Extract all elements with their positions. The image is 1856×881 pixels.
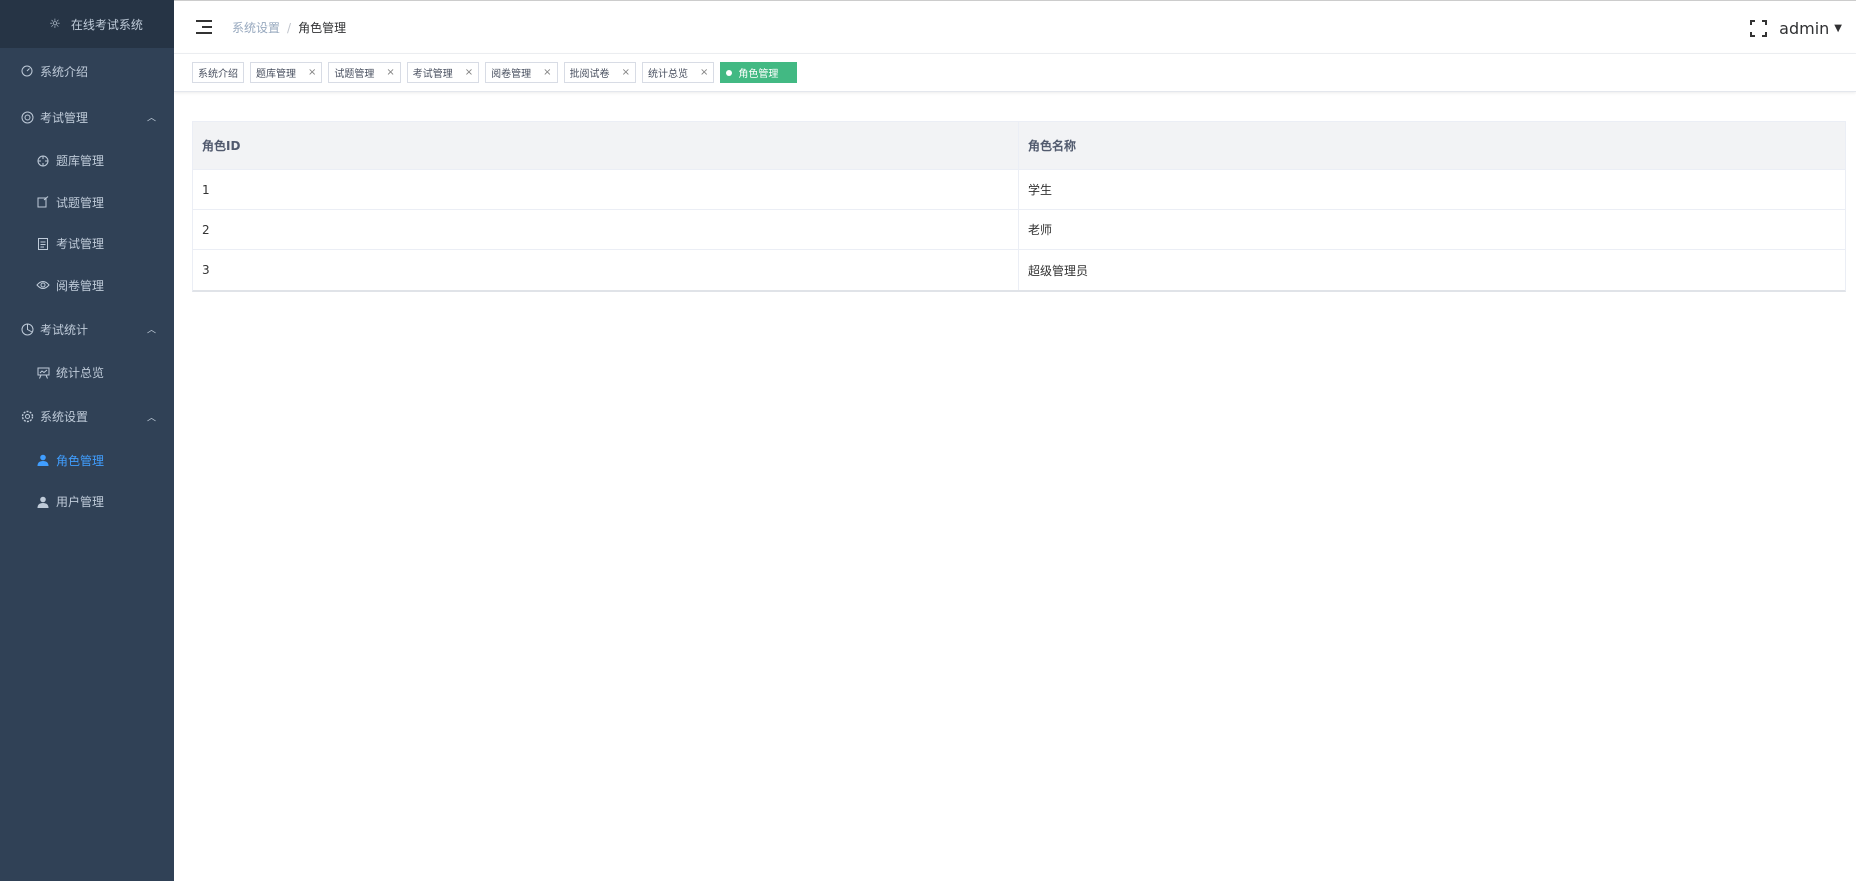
tag-review-papers[interactable]: 批阅试卷 × xyxy=(563,62,636,83)
dashboard-icon xyxy=(20,64,34,78)
sidebar-item-question-bank[interactable]: 题库管理 xyxy=(0,140,174,182)
sidebar-item-label: 考试统计 xyxy=(40,322,89,337)
tag-label: 批阅试卷 xyxy=(569,69,610,80)
header-tools: admin ▼ xyxy=(1750,1,1842,55)
breadcrumb: 系统设置 / 角色管理 xyxy=(232,20,347,35)
role-id-cell: 1 xyxy=(193,170,1019,209)
sidebar-item-user-management[interactable]: 用户管理 xyxy=(0,481,174,523)
presentation-icon xyxy=(36,366,50,380)
column-header-role-name: 角色名称 xyxy=(1028,139,1077,153)
chevron-up-icon: ︿ xyxy=(146,325,156,336)
sidebar-item-label: 考试管理 xyxy=(40,110,89,125)
sidebar-item-label: 系统介绍 xyxy=(40,64,89,79)
breadcrumb-current: 角色管理 xyxy=(298,20,347,35)
tag-label: 统计总览 xyxy=(647,69,688,80)
close-icon[interactable]: × xyxy=(543,67,551,78)
chevron-up-icon: ︿ xyxy=(146,413,156,423)
fullscreen-icon[interactable] xyxy=(1750,19,1768,37)
tag-label: 角色管理 xyxy=(738,69,779,80)
close-icon[interactable]: × xyxy=(700,67,708,78)
tag-stats-overview[interactable]: 统计总览 × xyxy=(641,62,715,83)
sidebar-group-exam-management[interactable]: 考试管理 ︿ xyxy=(0,94,174,140)
role-id-cell: 3 xyxy=(193,250,1019,290)
sidebar-group-system-settings[interactable]: 系统设置 ︿ xyxy=(0,394,174,440)
tag-role-management[interactable]: 角色管理 xyxy=(720,62,798,83)
role-name-cell: 老师 xyxy=(1028,223,1053,237)
tag-label: 考试管理 xyxy=(412,69,453,80)
sidebar-item-label: 用户管理 xyxy=(56,495,105,510)
tag-questions[interactable]: 试题管理 × xyxy=(328,62,401,83)
tag-label: 系统介绍 xyxy=(198,69,238,80)
eye-icon xyxy=(36,278,50,292)
sidebar-item-grading[interactable]: 阅卷管理 xyxy=(0,265,174,307)
app-brand[interactable]: ☼ 在线考试系统 xyxy=(0,0,174,48)
table-row[interactable]: 3 超级管理员 xyxy=(193,250,1845,290)
app-title: 在线考试系统 xyxy=(70,17,143,32)
tag-question-bank[interactable]: 题库管理 × xyxy=(250,62,323,83)
tag-label: 试题管理 xyxy=(334,69,375,80)
sidebar-item-label: 统计总览 xyxy=(56,366,105,381)
sidebar-item-label: 阅卷管理 xyxy=(56,278,105,293)
edit-doc-icon xyxy=(36,195,50,209)
document-icon xyxy=(36,237,50,251)
table-row[interactable]: 1 学生 xyxy=(193,170,1845,210)
user-icon xyxy=(36,495,50,509)
chevron-up-icon: ︿ xyxy=(146,113,156,124)
sidebar-item-label: 系统设置 xyxy=(40,410,89,424)
caret-down-icon: ▼ xyxy=(1834,22,1842,34)
exam-icon xyxy=(20,110,34,124)
sidebar-item-exams[interactable]: 考试管理 xyxy=(0,223,174,265)
user-icon xyxy=(36,453,50,467)
sidebar-item-label: 角色管理 xyxy=(56,453,105,468)
breadcrumb-item[interactable]: 系统设置 xyxy=(232,21,280,35)
pie-chart-icon xyxy=(20,322,34,336)
sidebar-item-label: 考试管理 xyxy=(56,237,105,252)
tags-view: 系统介绍 题库管理 × 试题管理 × 考试管理 × 阅卷管理 × 批阅试卷 × 统计总览 ×… xyxy=(174,54,1856,92)
sidebar-item-label: 试题管理 xyxy=(56,195,105,210)
table-row[interactable]: 2 老师 xyxy=(193,210,1845,250)
top-navbar: 系统设置 / 角色管理 admin ▼ xyxy=(174,0,1856,54)
tag-label: 阅卷管理 xyxy=(491,69,532,80)
gear-icon xyxy=(20,410,34,424)
tag-label: 题库管理 xyxy=(256,69,296,80)
hamburger-icon[interactable] xyxy=(196,20,212,34)
roles-table: 角色ID 角色名称 1 学生 2 老师 3 超级管理员 xyxy=(192,121,1846,292)
username: admin xyxy=(1779,18,1830,38)
sidebar-item-label: 题库管理 xyxy=(56,154,105,169)
sun-icon: ☼ xyxy=(49,16,61,32)
close-icon[interactable]: × xyxy=(308,67,316,78)
sidebar-item-role-management[interactable]: 角色管理 xyxy=(0,440,174,482)
column-header-role-id: 角色ID xyxy=(193,122,1019,169)
tag-system-intro[interactable]: 系统介绍 xyxy=(192,62,244,83)
sidebar-item-questions[interactable]: 试题管理 xyxy=(0,182,174,224)
user-dropdown[interactable]: admin ▼ xyxy=(1779,19,1842,38)
target-icon xyxy=(36,154,50,168)
sidebar-item-stats-overview[interactable]: 统计总览 xyxy=(0,352,174,394)
tag-exams[interactable]: 考试管理 × xyxy=(406,62,480,83)
close-icon[interactable]: × xyxy=(465,67,473,78)
sidebar-group-exam-stats[interactable]: 考试统计 ︿ xyxy=(0,306,174,352)
role-id-cell: 2 xyxy=(193,210,1019,249)
sidebar: ☼ 在线考试系统 系统介绍 考试管理 ︿ 题库管理 试题管理 考试管理 阅卷管理… xyxy=(0,0,174,881)
role-name-cell: 超级管理员 xyxy=(1028,263,1089,278)
role-name-cell: 学生 xyxy=(1028,183,1053,197)
active-dot-icon xyxy=(726,69,733,76)
sidebar-item-system-intro[interactable]: 系统介绍 xyxy=(0,48,174,94)
table-header: 角色ID 角色名称 xyxy=(193,122,1845,170)
tag-grading[interactable]: 阅卷管理 × xyxy=(485,62,558,83)
close-icon[interactable]: × xyxy=(386,67,394,78)
close-icon[interactable]: × xyxy=(622,67,630,78)
